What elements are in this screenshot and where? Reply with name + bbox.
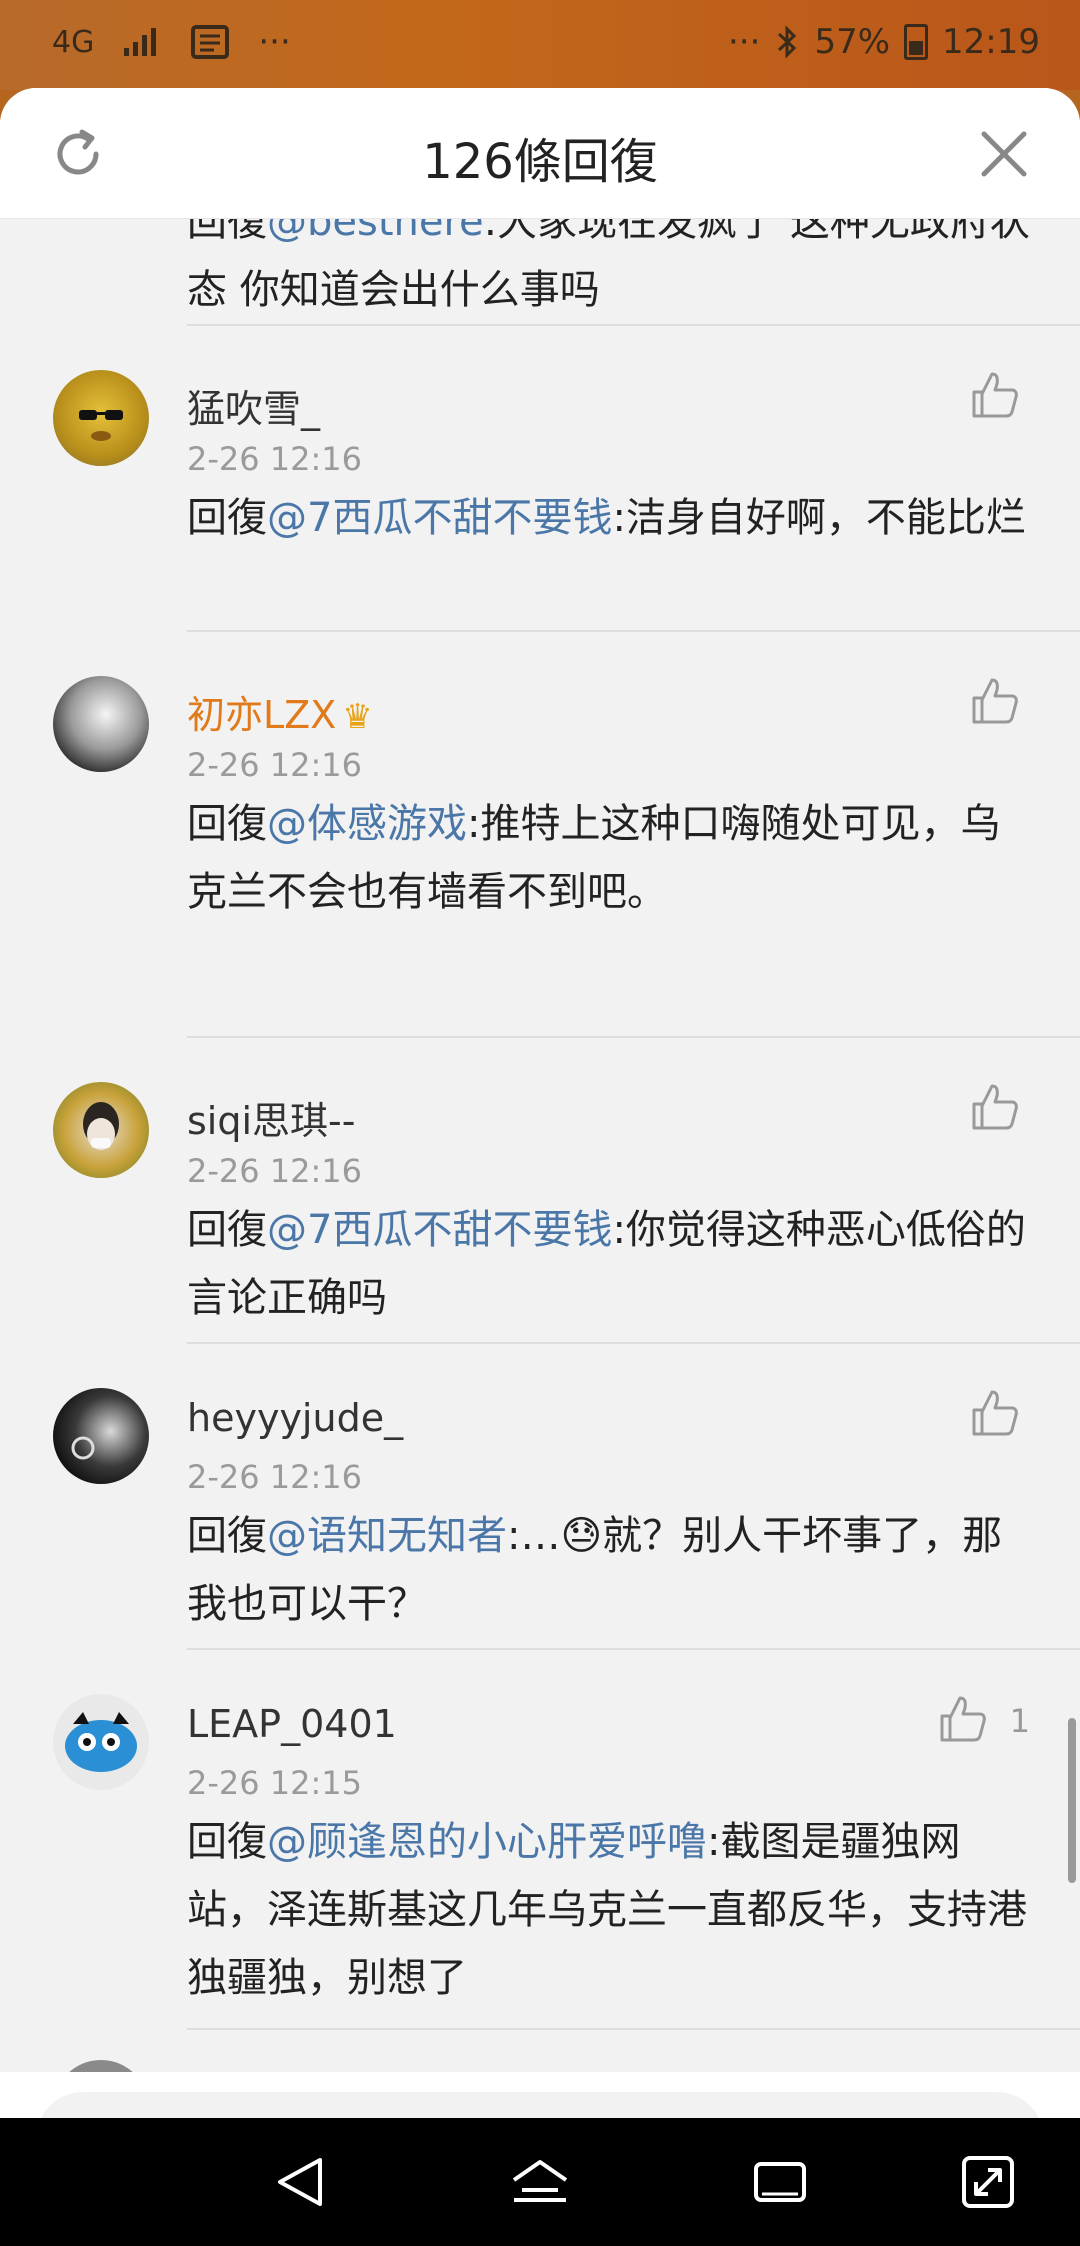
divider bbox=[187, 324, 1080, 326]
reply-prefix: 回復 bbox=[187, 495, 267, 541]
mention-link[interactable]: @体感游戏 bbox=[267, 801, 467, 847]
status-more-left: ··· bbox=[258, 22, 291, 62]
avatar[interactable] bbox=[53, 1082, 149, 1178]
back-icon[interactable] bbox=[268, 2150, 332, 2214]
avatar-image bbox=[71, 1436, 95, 1460]
thumbs-up-icon[interactable] bbox=[970, 1388, 1020, 1438]
system-nav-bar bbox=[0, 2118, 1080, 2246]
reply-prefix: 回復 bbox=[187, 1819, 267, 1865]
comment-time: 2-26 12:16 bbox=[187, 1458, 363, 1496]
sheet-title: 126條回復 bbox=[422, 134, 658, 190]
mention-link[interactable]: @顾逢恩的小心肝爱呼噜 bbox=[267, 1819, 707, 1865]
reply-bar bbox=[0, 2072, 1080, 2118]
status-more-right: ··· bbox=[728, 22, 761, 62]
thumbs-up-icon[interactable] bbox=[938, 1694, 988, 1744]
comment-time: 2-26 12:15 bbox=[187, 1764, 363, 1802]
partial-comment-text: 回復@besthere:大家现在发疯了 这种无政府状态 你知道会出什么事吗 bbox=[187, 218, 1037, 324]
news-icon bbox=[191, 25, 230, 59]
comment-body: 回復@体感游戏:推特上这种口嗨随处可见，乌克兰不会也有墙看不到吧。 bbox=[187, 790, 1037, 926]
mention-link[interactable]: @7西瓜不甜不要钱 bbox=[267, 495, 612, 541]
username[interactable]: siqi思琪-- bbox=[187, 1090, 355, 1145]
recents-icon[interactable] bbox=[748, 2150, 812, 2214]
close-icon[interactable] bbox=[978, 128, 1030, 180]
comment-time: 2-26 12:16 bbox=[187, 746, 363, 784]
mention-link[interactable]: @besthere bbox=[267, 218, 484, 245]
signal-icon bbox=[124, 28, 157, 56]
divider bbox=[187, 1342, 1080, 1344]
comment-body: 回復@7西瓜不甜不要钱:洁身自好啊，不能比烂 bbox=[187, 484, 1037, 552]
status-bar: 4G ··· ··· 57% 12:19 bbox=[0, 0, 1080, 90]
username[interactable]: heyyyjude_ bbox=[187, 1396, 403, 1440]
comment-body: 回復@7西瓜不甜不要钱:你觉得这种恶心低俗的言论正确吗 bbox=[187, 1196, 1037, 1332]
thumbs-up-icon[interactable] bbox=[970, 676, 1020, 726]
comment-time: 2-26 12:16 bbox=[187, 1152, 363, 1190]
network-type: 4G bbox=[52, 24, 95, 60]
comment-body: 回復@语知无知者:…😓就？别人干坏事了，那我也可以干？ bbox=[187, 1502, 1037, 1638]
divider bbox=[187, 1648, 1080, 1650]
avatar[interactable] bbox=[53, 1694, 149, 1790]
comment-time: 2-26 12:16 bbox=[187, 440, 363, 478]
clock: 12:19 bbox=[942, 22, 1040, 62]
battery-icon bbox=[904, 24, 929, 60]
divider bbox=[187, 2028, 1080, 2030]
comment-body: 回復@顾逢恩的小心肝爱呼噜:截图是疆独网站，泽连斯基这几年乌克兰一直都反华，支持… bbox=[187, 1808, 1037, 2012]
battery-percent: 57% bbox=[814, 22, 891, 62]
avatar[interactable] bbox=[53, 676, 149, 772]
avatar-image bbox=[83, 1102, 119, 1150]
mention-link[interactable]: @7西瓜不甜不要钱 bbox=[267, 1207, 612, 1253]
avatar[interactable] bbox=[53, 370, 149, 466]
reply-prefix: 回復 bbox=[187, 1513, 267, 1559]
scrollbar[interactable] bbox=[1068, 1718, 1076, 1883]
sheet-header: 126條回復 bbox=[0, 88, 1080, 219]
bluetooth-icon bbox=[778, 25, 797, 59]
username[interactable]: 初亦LZX ♛ bbox=[187, 684, 373, 739]
mention-link[interactable]: @语知无知者 bbox=[267, 1513, 507, 1559]
replies-sheet: 126條回復 回復@besthere:大家现在发疯了 这种无政府状态 你知道会出… bbox=[0, 88, 1080, 2118]
reply-prefix: 回復 bbox=[187, 1207, 267, 1253]
reply-prefix: 回復 bbox=[187, 218, 267, 245]
reply-input[interactable] bbox=[36, 2092, 1044, 2118]
divider bbox=[187, 630, 1080, 632]
avatar-image bbox=[79, 410, 123, 441]
avatar[interactable] bbox=[53, 1388, 149, 1484]
thumbs-up-icon[interactable] bbox=[970, 1082, 1020, 1132]
divider bbox=[187, 1036, 1080, 1038]
avatar-image bbox=[65, 1712, 137, 1772]
username-text: 初亦LZX bbox=[187, 693, 337, 737]
home-icon[interactable] bbox=[508, 2150, 572, 2214]
vip-crown-icon: ♛ bbox=[342, 697, 373, 737]
thumbs-up-icon[interactable] bbox=[970, 370, 1020, 420]
username[interactable]: LEAP_0401 bbox=[187, 1702, 397, 1746]
reply-prefix: 回復 bbox=[187, 801, 267, 847]
expand-icon[interactable] bbox=[956, 2150, 1020, 2214]
comment-text: :洁身自好啊，不能比烂 bbox=[612, 495, 1026, 541]
comment-list[interactable]: 回復@besthere:大家现在发疯了 这种无政府状态 你知道会出什么事吗 猛吹… bbox=[0, 218, 1080, 2073]
like-count: 1 bbox=[1009, 1702, 1030, 1740]
username[interactable]: 猛吹雪_ bbox=[187, 378, 320, 433]
